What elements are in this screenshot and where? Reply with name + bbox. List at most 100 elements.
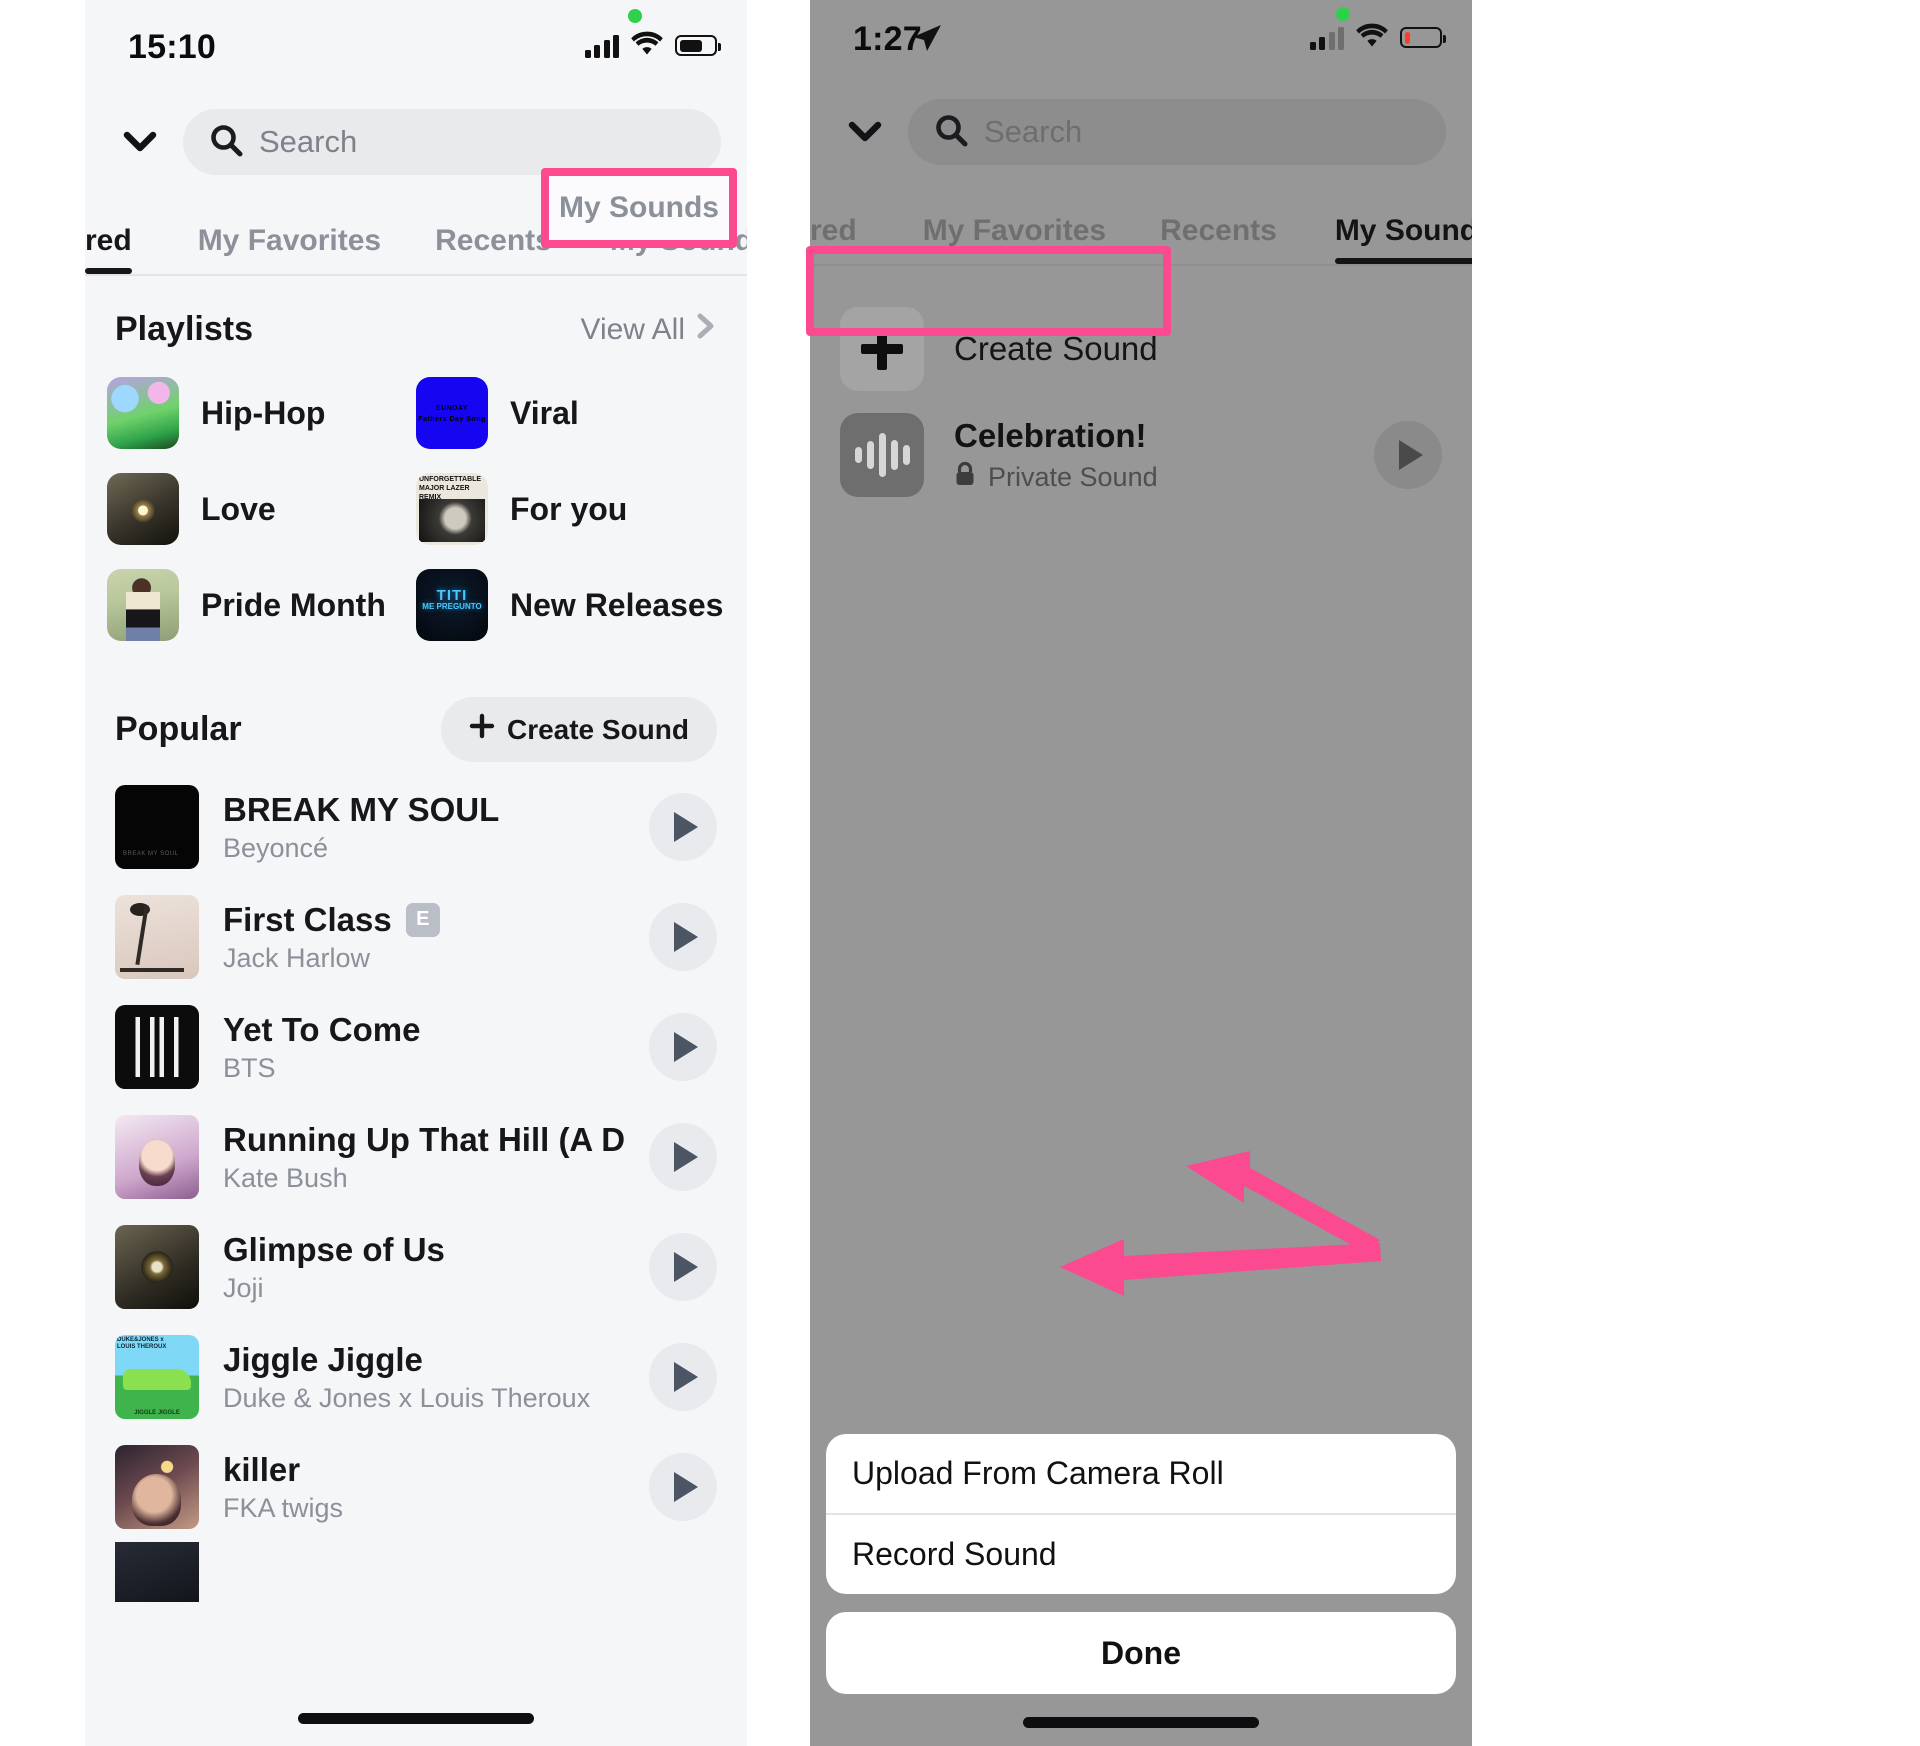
playlist-label: New Releases xyxy=(510,586,724,623)
home-indicator xyxy=(1023,1717,1259,1728)
lock-icon xyxy=(954,461,976,494)
album-artwork xyxy=(115,1115,199,1199)
album-artwork xyxy=(115,1225,199,1309)
create-sound-row[interactable]: Create Sound xyxy=(810,296,1472,402)
tab-recents[interactable]: Recents xyxy=(435,224,552,274)
tab-featured[interactable]: red xyxy=(810,214,857,264)
song-artist: Duke & Jones x Louis Theroux xyxy=(223,1382,591,1413)
playlist-artwork xyxy=(107,377,179,449)
create-sound-label: Create Sound xyxy=(954,330,1158,367)
sound-row[interactable]: Celebration! Private Sound xyxy=(810,402,1472,508)
playlist-label: Viral xyxy=(510,394,579,431)
song-artist: Beyoncé xyxy=(223,832,329,863)
play-icon[interactable] xyxy=(649,903,717,971)
popular-title: Popular xyxy=(115,710,242,748)
status-bar-right: 1:27 xyxy=(810,0,1472,86)
cellular-bars-icon xyxy=(584,34,619,58)
create-sound-button[interactable]: Create Sound xyxy=(440,697,717,762)
chevron-down-icon[interactable] xyxy=(119,121,161,163)
album-artwork xyxy=(115,1445,199,1529)
create-sound-tile xyxy=(840,307,924,391)
album-artwork: DUKE&JONES x LOUIS THEROUX JIGGLE JIGGLE xyxy=(115,1335,199,1419)
sheet-item-upload-from-camera-roll[interactable]: Upload From Camera Roll xyxy=(826,1434,1456,1513)
song-title: BREAK MY SOUL xyxy=(223,790,500,828)
song-title: Jiggle Jiggle xyxy=(223,1340,423,1378)
playlist-label: Love xyxy=(201,490,276,527)
playlist-label: Pride Month xyxy=(201,586,386,623)
wifi-icon xyxy=(1354,22,1390,53)
tab-featured[interactable]: red xyxy=(85,224,132,274)
playlist-label: Hip-Hop xyxy=(201,394,326,431)
sound-title: Celebration! xyxy=(954,416,1147,454)
song-title: Glimpse of Us xyxy=(223,1230,445,1268)
song-row-partial[interactable] xyxy=(85,1542,747,1602)
chevron-right-icon xyxy=(695,312,717,348)
status-icons xyxy=(584,30,721,61)
sheet-done-button[interactable]: Done xyxy=(826,1612,1456,1694)
playlists-title: Playlists xyxy=(115,310,253,348)
plus-icon xyxy=(469,713,495,746)
explicit-badge: E xyxy=(405,902,440,937)
song-row[interactable]: DUKE&JONES x LOUIS THEROUX JIGGLE JIGGLE J… xyxy=(85,1322,747,1432)
playlist-artwork xyxy=(107,473,179,545)
song-row[interactable]: killer FKA twigs xyxy=(85,1432,747,1542)
cellular-bars-icon xyxy=(1309,26,1344,50)
play-icon[interactable] xyxy=(649,1013,717,1081)
play-icon[interactable] xyxy=(1374,421,1442,489)
recording-indicator-dot xyxy=(628,9,642,23)
song-artist: Jack Harlow xyxy=(223,942,371,973)
playlist-item[interactable]: TITI ME PREGUNTO New Releases xyxy=(416,561,725,649)
location-arrow-icon xyxy=(910,22,944,61)
search-icon xyxy=(934,113,968,152)
play-icon[interactable] xyxy=(649,1233,717,1301)
playlists-section-header: Playlists View All xyxy=(85,276,747,365)
song-artist: FKA twigs xyxy=(223,1492,344,1523)
song-row[interactable]: Yet To Come BTS xyxy=(85,992,747,1102)
playlist-item[interactable]: Hip-Hop xyxy=(107,369,416,457)
tab-my-favorites[interactable]: My Favorites xyxy=(198,224,381,274)
play-icon[interactable] xyxy=(649,1343,717,1411)
playlist-item[interactable]: UNFORGETTABLE MAJOR LAZER REMIX For you xyxy=(416,465,725,553)
playlist-item[interactable]: Love xyxy=(107,465,416,553)
home-indicator xyxy=(298,1713,534,1724)
song-row[interactable]: Running Up That Hill (A Deal… Kate Bush xyxy=(85,1102,747,1212)
tab-bar-right: red My Favorites Recents My Sounds xyxy=(810,178,1472,264)
chevron-down-icon[interactable] xyxy=(844,111,886,153)
view-all-button[interactable]: View All xyxy=(580,312,717,348)
tab-my-sounds[interactable]: My Sounds xyxy=(610,224,747,274)
status-time: 15:10 xyxy=(128,28,216,66)
search-input[interactable]: Search xyxy=(908,99,1446,165)
sheet-item-record-sound[interactable]: Record Sound xyxy=(826,1515,1456,1594)
song-row[interactable]: BREAK MY SOUL BREAK MY SOUL Beyoncé xyxy=(85,772,747,882)
playlist-artwork: UNFORGETTABLE MAJOR LAZER REMIX xyxy=(416,473,488,545)
playlist-artwork: TITI ME PREGUNTO xyxy=(416,569,488,641)
plus-icon xyxy=(861,328,903,370)
play-icon[interactable] xyxy=(649,1123,717,1191)
song-title: Yet To Come xyxy=(223,1010,421,1048)
waveform-icon xyxy=(854,433,910,477)
playlist-label: For you xyxy=(510,490,628,527)
status-icons xyxy=(1309,22,1446,53)
tab-my-sounds[interactable]: My Sounds xyxy=(1334,214,1472,264)
view-all-label: View All xyxy=(580,312,685,346)
search-input[interactable]: Search xyxy=(183,109,721,175)
screenshot-stage: 15:10 Search red My Favorites Recents My… xyxy=(0,0,1920,1746)
album-artwork: BREAK MY SOUL xyxy=(115,785,199,869)
playlist-item[interactable]: SUNDAY Fathers Day Song Viral xyxy=(416,369,725,457)
create-sound-label: Create Sound xyxy=(506,713,689,745)
search-icon xyxy=(209,123,243,162)
play-icon[interactable] xyxy=(649,793,717,861)
battery-icon xyxy=(675,35,721,56)
tab-recents[interactable]: Recents xyxy=(1160,214,1277,264)
status-bar-left: 15:10 xyxy=(85,0,747,96)
song-row[interactable]: First Class E Jack Harlow xyxy=(85,882,747,992)
tab-bar-left: red My Favorites Recents My Sounds xyxy=(85,188,747,274)
left-phone-screen: 15:10 Search red My Favorites Recents My… xyxy=(85,0,747,1746)
song-title: Running Up That Hill (A Deal… xyxy=(223,1120,625,1158)
play-icon[interactable] xyxy=(649,1453,717,1521)
playlist-item[interactable]: Pride Month xyxy=(107,561,416,649)
tab-my-favorites[interactable]: My Favorites xyxy=(923,214,1106,264)
song-row[interactable]: Glimpse of Us Joji xyxy=(85,1212,747,1322)
song-title: First Class xyxy=(223,900,392,938)
sound-tile xyxy=(840,413,924,497)
